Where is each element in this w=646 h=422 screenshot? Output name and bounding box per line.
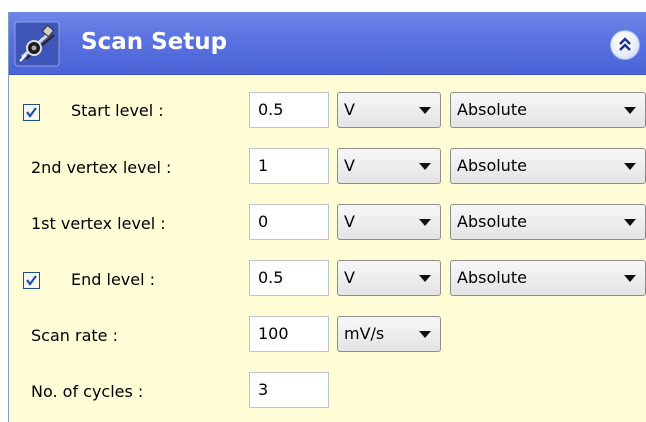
dropdown-arrow-icon — [624, 219, 636, 226]
scan-setup-panel: Scan Setup Start level : 0.5 V Absolute … — [8, 12, 646, 422]
dropdown-arrow-icon — [624, 107, 636, 114]
cycles-input[interactable]: 3 — [249, 372, 329, 408]
start-level-label: Start level : — [71, 101, 164, 120]
second-vertex-level-mode-select[interactable]: Absolute — [450, 148, 646, 184]
first-vertex-level-unit-select[interactable]: V — [337, 204, 441, 240]
checkmark-icon — [26, 275, 37, 286]
end-level-input[interactable]: 0.5 — [249, 260, 329, 296]
cycles-label: No. of cycles : — [31, 382, 144, 401]
select-value: V — [344, 268, 355, 287]
first-vertex-level-mode-select[interactable]: Absolute — [450, 204, 646, 240]
start-level-mode-select[interactable]: Absolute — [450, 92, 646, 128]
second-vertex-level-input[interactable]: 1 — [249, 148, 329, 184]
first-vertex-level-label: 1st vertex level : — [31, 214, 166, 233]
dropdown-arrow-icon — [624, 275, 636, 282]
dropdown-arrow-icon — [419, 163, 431, 170]
select-value: Absolute — [457, 212, 527, 231]
panel-header: Scan Setup — [9, 12, 646, 75]
panel-title: Scan Setup — [81, 29, 228, 55]
dropdown-arrow-icon — [419, 275, 431, 282]
first-vertex-level-input[interactable]: 0 — [249, 204, 329, 240]
select-value: Absolute — [457, 268, 527, 287]
end-level-mode-select[interactable]: Absolute — [450, 260, 646, 296]
start-level-unit-select[interactable]: V — [337, 92, 441, 128]
scan-rate-label: Scan rate : — [31, 326, 118, 345]
end-level-checkbox[interactable] — [23, 272, 40, 289]
scan-rate-input[interactable]: 100 — [249, 316, 329, 352]
checkmark-icon — [26, 107, 37, 118]
dropdown-arrow-icon — [624, 163, 636, 170]
select-value: V — [344, 156, 355, 175]
scan-rate-unit-select[interactable]: mV/s — [337, 316, 441, 352]
double-chevron-up-icon — [619, 37, 631, 51]
second-vertex-level-unit-select[interactable]: V — [337, 148, 441, 184]
select-value: mV/s — [344, 324, 385, 343]
select-value: Absolute — [457, 100, 527, 119]
end-level-label: End level : — [71, 270, 156, 289]
select-value: V — [344, 100, 355, 119]
end-level-unit-select[interactable]: V — [337, 260, 441, 296]
start-level-checkbox[interactable] — [23, 104, 40, 121]
second-vertex-level-label: 2nd vertex level : — [31, 158, 172, 177]
dropdown-arrow-icon — [419, 107, 431, 114]
collapse-button[interactable] — [610, 30, 640, 60]
dropdown-arrow-icon — [419, 331, 431, 338]
start-level-input[interactable]: 0.5 — [249, 92, 329, 128]
scan-setup-icon — [14, 21, 60, 67]
dropdown-arrow-icon — [419, 219, 431, 226]
select-value: Absolute — [457, 156, 527, 175]
select-value: V — [344, 212, 355, 231]
